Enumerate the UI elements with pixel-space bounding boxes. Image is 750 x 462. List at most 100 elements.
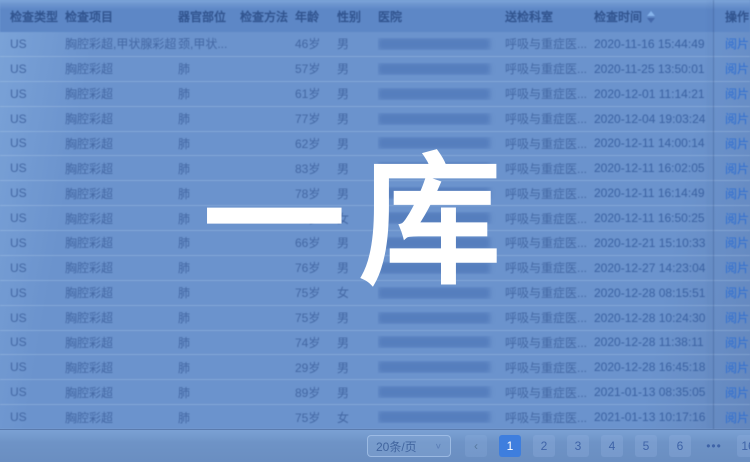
view-images-link[interactable]: 阅片 xyxy=(725,261,749,275)
cell-gender: 男 xyxy=(337,334,378,351)
view-images-link[interactable]: 阅片 xyxy=(725,112,749,126)
prev-page-button[interactable]: ‹ xyxy=(465,435,487,457)
cell-action: 阅片 xyxy=(725,60,750,77)
table-row: US胸腔彩超肺78岁男呼吸与重症医...2020-12-11 16:14:49阅… xyxy=(0,181,750,206)
view-images-link[interactable]: 阅片 xyxy=(725,386,749,400)
hospital-redacted-block xyxy=(378,361,490,373)
cell-age: 74岁 xyxy=(295,334,337,351)
col-header-label: 操作 xyxy=(725,10,749,24)
table-row: US胸腔彩超肺29岁男呼吸与重症医...2020-12-28 16:45:18阅… xyxy=(0,355,750,380)
col-header-item: 检查项目 xyxy=(65,8,178,25)
page-button-5[interactable]: 5 xyxy=(635,435,657,457)
page-button-3[interactable]: 3 xyxy=(567,435,589,457)
view-images-link[interactable]: 阅片 xyxy=(725,137,749,151)
view-images-link[interactable]: 阅片 xyxy=(725,311,749,325)
hospital-redacted-block xyxy=(378,212,490,224)
cell-hospital xyxy=(378,336,505,348)
cell-gender: 男 xyxy=(337,359,378,376)
cell-body-part: 肺 xyxy=(178,85,240,102)
cell-body-part: 颈,甲状... xyxy=(178,35,240,52)
view-images-link[interactable]: 阅片 xyxy=(725,336,749,350)
view-images-link[interactable]: 阅片 xyxy=(725,361,749,375)
page-button-16[interactable]: 16 xyxy=(737,435,750,457)
cell-exam-type: US xyxy=(10,385,65,399)
cell-exam-time: 2020-12-11 16:02:05 xyxy=(594,161,725,175)
hospital-redacted-block xyxy=(378,187,490,199)
view-images-link[interactable]: 阅片 xyxy=(725,87,749,101)
cell-body-part: 肺 xyxy=(178,384,240,401)
cell-exam-type: US xyxy=(10,87,65,101)
cell-exam-item: 胸腔彩超 xyxy=(65,384,178,401)
cell-department: 呼吸与重症医... xyxy=(505,35,594,52)
view-images-link[interactable]: 阅片 xyxy=(725,62,749,76)
cell-exam-time: 2020-12-11 16:50:25 xyxy=(594,211,725,225)
table-row: US胸腔彩超肺77岁男呼吸与重症医...2020-12-04 19:03:24阅… xyxy=(0,107,750,132)
cell-body-part: 肺 xyxy=(178,259,240,276)
col-header-label: 器官部位 xyxy=(178,10,226,24)
col-header-label: 医院 xyxy=(378,10,402,24)
cell-exam-type: US xyxy=(10,37,65,51)
view-images-link[interactable]: 阅片 xyxy=(725,187,749,201)
cell-hospital xyxy=(378,187,505,199)
view-images-link[interactable]: 阅片 xyxy=(725,411,749,425)
page-button-4[interactable]: 4 xyxy=(601,435,623,457)
cell-hospital xyxy=(378,386,505,398)
cell-department: 呼吸与重症医... xyxy=(505,185,594,202)
cell-action: 阅片 xyxy=(725,259,750,276)
page-button-6[interactable]: 6 xyxy=(669,435,691,457)
view-images-link[interactable]: 阅片 xyxy=(725,212,749,226)
cell-age: 57岁 xyxy=(295,60,337,77)
cell-exam-time: 2020-11-25 13:50:01 xyxy=(594,62,725,76)
col-header-time[interactable]: 检查时间 xyxy=(594,8,725,25)
cell-hospital xyxy=(378,361,505,373)
cell-gender: 女 xyxy=(337,284,378,301)
cell-action: 阅片 xyxy=(725,35,750,52)
cell-gender: 男 xyxy=(337,309,378,326)
page-size-select[interactable]: 20条/页 ∨ xyxy=(367,435,451,457)
cell-gender: 男 xyxy=(337,160,378,177)
cell-exam-item: 胸腔彩超 xyxy=(65,234,178,251)
col-header-label: 检查类型 xyxy=(10,10,58,24)
view-images-link[interactable]: 阅片 xyxy=(725,286,749,300)
cell-hospital xyxy=(378,88,505,100)
cell-department: 呼吸与重症医... xyxy=(505,359,594,376)
view-images-link[interactable]: 阅片 xyxy=(725,236,749,250)
cell-age: 75岁 xyxy=(295,409,337,426)
cell-body-part: 肺 xyxy=(178,210,240,227)
cell-exam-item: 胸腔彩超 xyxy=(65,110,178,127)
cell-age: 76岁 xyxy=(295,210,337,227)
col-header-method: 检查方法 xyxy=(240,8,295,25)
cell-age: 46岁 xyxy=(295,35,337,52)
cell-exam-item: 胸腔彩超 xyxy=(65,309,178,326)
page-button-1[interactable]: 1 xyxy=(499,435,521,457)
col-header-action: 操作 xyxy=(725,8,750,25)
page-ellipsis-button[interactable]: ••• xyxy=(703,435,725,457)
sort-caret-icon[interactable] xyxy=(647,11,655,23)
cell-action: 阅片 xyxy=(725,384,750,401)
cell-gender: 女 xyxy=(337,210,378,227)
table-row: US胸腔彩超肺61岁男呼吸与重症医...2020-12-01 11:14:21阅… xyxy=(0,82,750,107)
exam-list-page: 检查类型检查项目器官部位检查方法年龄性别医院送检科室检查时间操作 US胸腔彩超,… xyxy=(0,0,750,462)
cell-exam-item: 胸腔彩超 xyxy=(65,185,178,202)
table-row: US胸腔彩超肺76岁男呼吸与重症医...2020-12-27 14:23:04阅… xyxy=(0,256,750,281)
view-images-link[interactable]: 阅片 xyxy=(725,162,749,176)
cell-age: 78岁 xyxy=(295,185,337,202)
cell-action: 阅片 xyxy=(725,185,750,202)
pagination-bar: 20条/页 ∨ ‹ 123456 ••• 16 xyxy=(0,429,750,462)
page-button-2[interactable]: 2 xyxy=(533,435,555,457)
cell-exam-time: 2020-11-16 15:44:49 xyxy=(594,37,725,51)
cell-hospital xyxy=(378,113,505,125)
cell-age: 61岁 xyxy=(295,85,337,102)
cell-gender: 男 xyxy=(337,185,378,202)
table-header-row: 检查类型检查项目器官部位检查方法年龄性别医院送检科室检查时间操作 xyxy=(0,0,750,32)
cell-action: 阅片 xyxy=(725,409,750,426)
cell-body-part: 肺 xyxy=(178,359,240,376)
hospital-redacted-block xyxy=(378,312,490,324)
cell-action: 阅片 xyxy=(725,234,750,251)
fixed-column-divider xyxy=(713,0,714,430)
cell-department: 呼吸与重症医... xyxy=(505,160,594,177)
cell-exam-item: 胸腔彩超 xyxy=(65,160,178,177)
cell-exam-item: 胸腔彩超 xyxy=(65,334,178,351)
view-images-link[interactable]: 阅片 xyxy=(725,37,749,51)
cell-exam-type: US xyxy=(10,360,65,374)
